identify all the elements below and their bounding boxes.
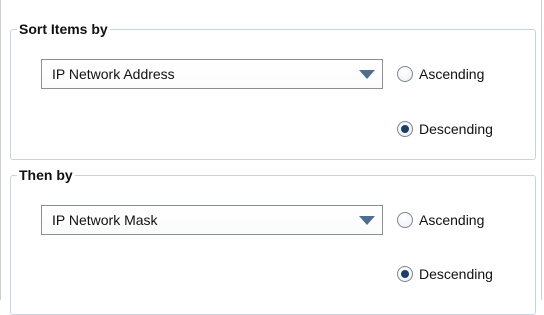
descending-label: Descending bbox=[419, 266, 493, 282]
radio-indicator bbox=[397, 212, 413, 228]
chevron-down-icon bbox=[359, 215, 375, 225]
ascending-label: Ascending bbox=[419, 66, 485, 82]
sort-ascending-radio[interactable]: Ascending bbox=[397, 65, 484, 83]
ascending-label: Ascending bbox=[419, 212, 485, 228]
then-by-field-select[interactable]: IP Network Mask bbox=[41, 205, 383, 235]
dropdown-button[interactable] bbox=[352, 60, 382, 88]
radio-indicator bbox=[397, 66, 413, 82]
dropdown-button[interactable] bbox=[352, 206, 382, 234]
sort-items-by-group: Sort Items by IP Network Address Ascendi… bbox=[10, 19, 536, 160]
sort-field-select[interactable]: IP Network Address bbox=[41, 59, 383, 89]
then-by-descending-radio[interactable]: Descending bbox=[397, 265, 493, 283]
then-by-ascending-radio[interactable]: Ascending bbox=[397, 211, 484, 229]
sort-items-by-label: Sort Items by bbox=[17, 19, 110, 39]
radio-indicator-selected bbox=[397, 266, 413, 282]
radio-indicator-selected bbox=[397, 121, 413, 137]
then-by-group: Then by IP Network Mask Ascending Descen… bbox=[10, 165, 536, 315]
chevron-down-icon bbox=[359, 69, 375, 79]
sort-descending-radio[interactable]: Descending bbox=[397, 120, 493, 138]
then-by-label: Then by bbox=[17, 165, 75, 185]
descending-label: Descending bbox=[419, 121, 493, 137]
sort-field-value: IP Network Address bbox=[52, 66, 175, 82]
then-by-field-value: IP Network Mask bbox=[52, 212, 158, 228]
